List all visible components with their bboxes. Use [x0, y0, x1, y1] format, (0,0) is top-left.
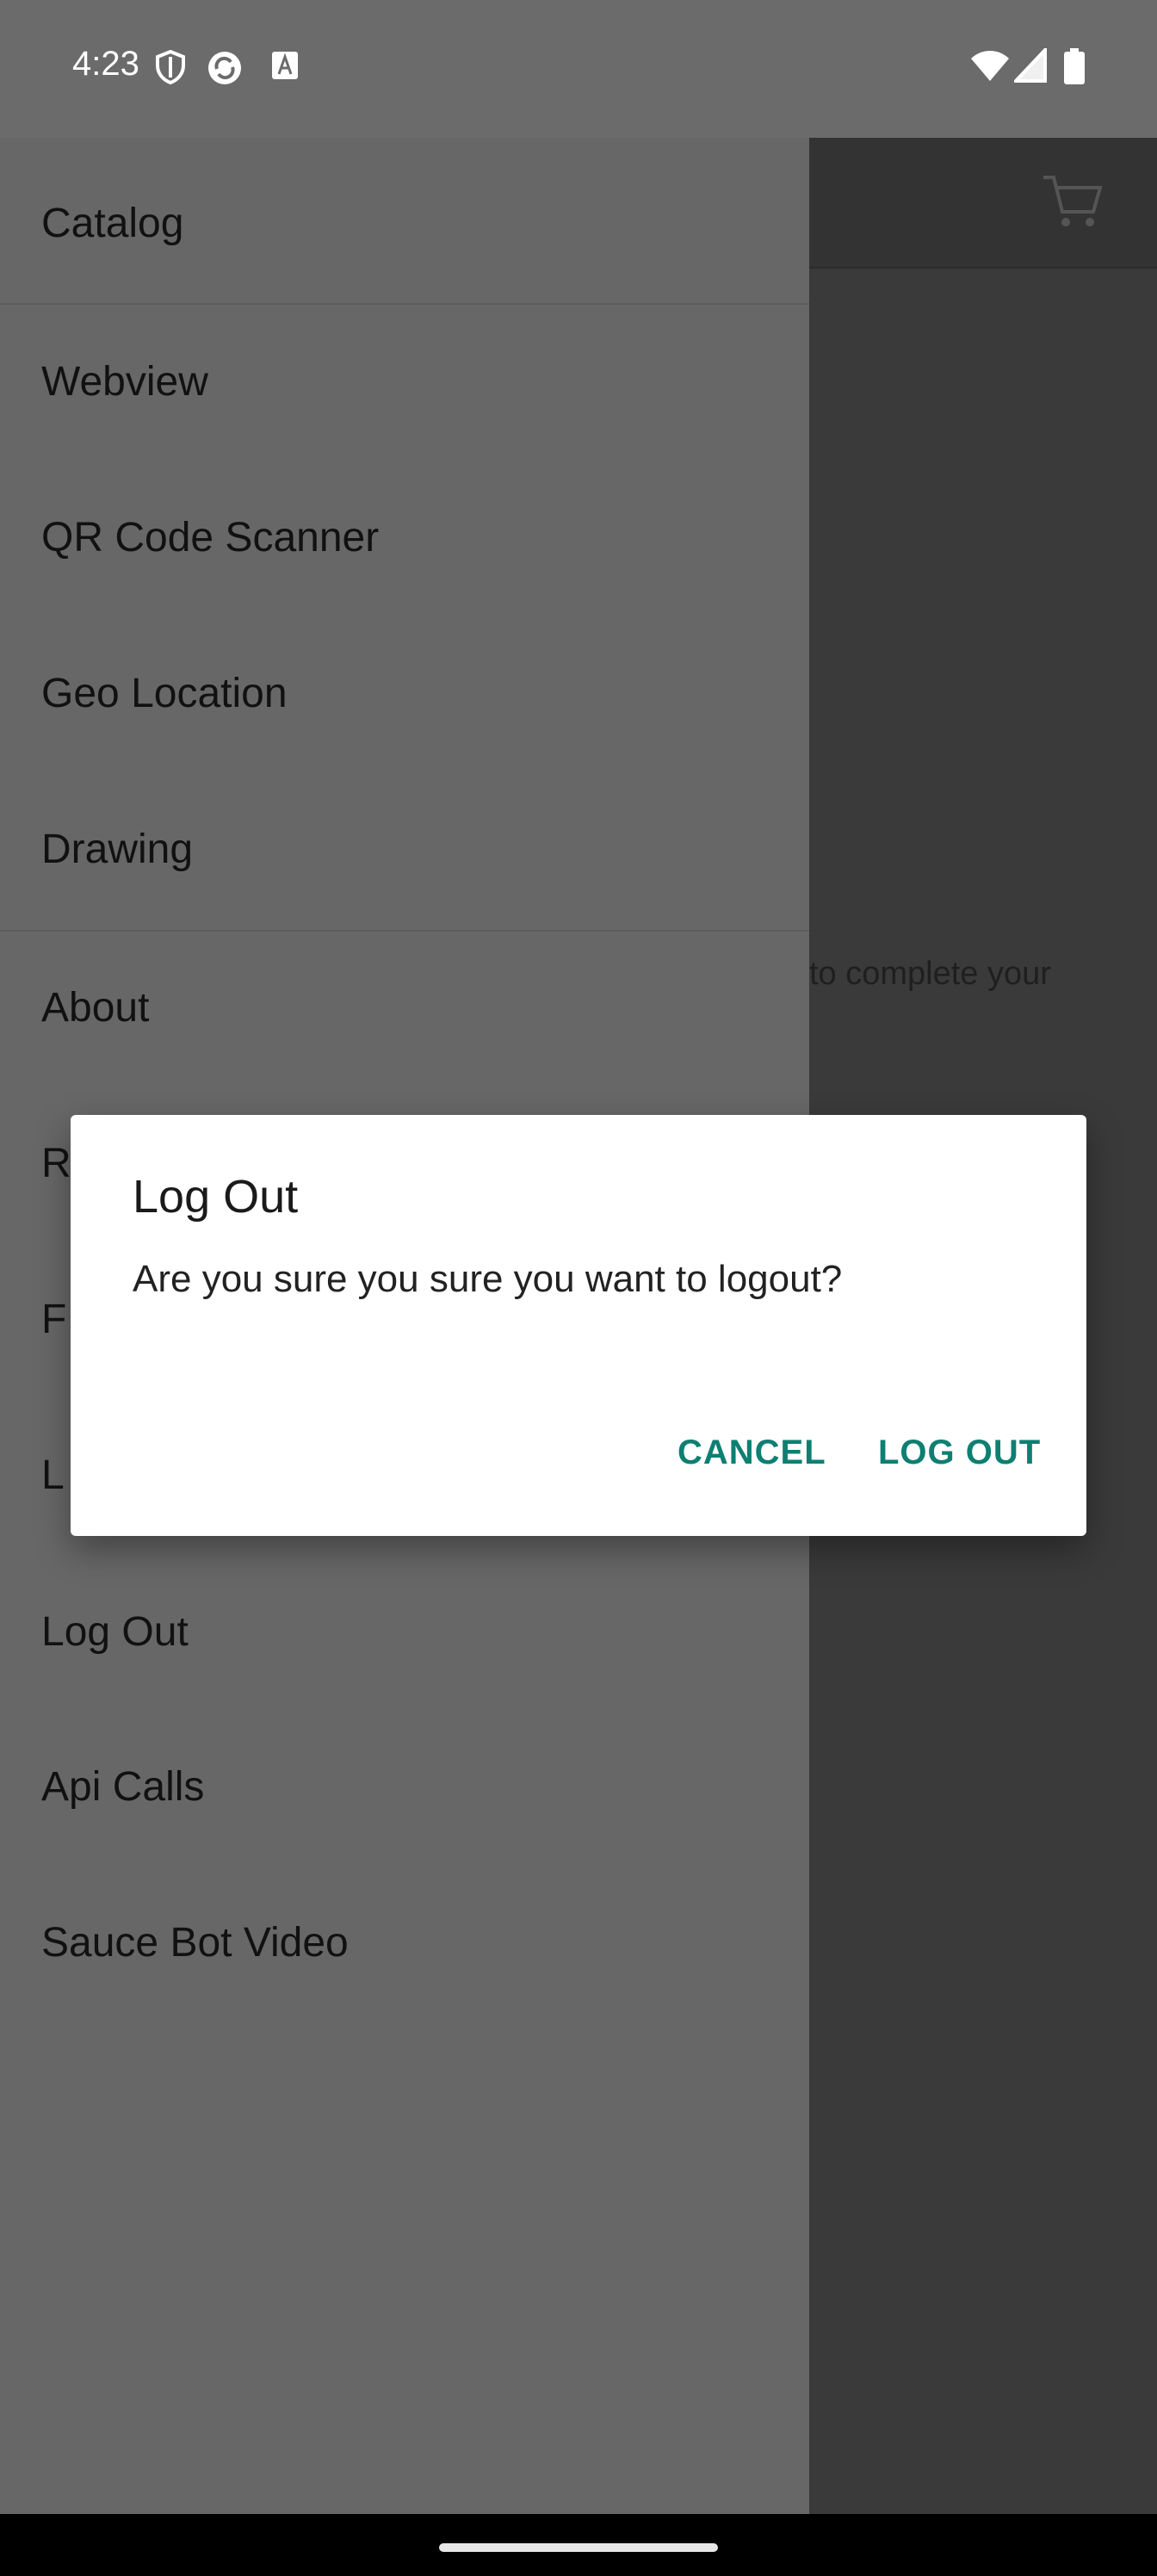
drawer-item-partial-f[interactable]: F [41, 1296, 66, 1343]
cancel-button[interactable]: CANCEL [677, 1434, 826, 1472]
shield-icon [155, 49, 186, 89]
home-gesture-handle[interactable] [439, 2543, 718, 2552]
drawer-item-catalog[interactable]: Catalog [41, 200, 183, 247]
cart-icon [1040, 169, 1105, 238]
status-time: 4:23 [72, 45, 139, 83]
drawer-item-partial-l[interactable]: L [41, 1452, 65, 1499]
drawer-item-sauce-bot-video[interactable]: Sauce Bot Video [41, 1919, 349, 1966]
dialog-message: Are you sure you sure you want to logout… [133, 1258, 843, 1300]
system-nav-bar [0, 2514, 1157, 2576]
background-partial-text: to complete your [809, 956, 1051, 992]
battery-icon [1064, 48, 1085, 89]
signal-icon [1012, 45, 1047, 87]
drawer-divider [0, 930, 809, 932]
drawer-item-partial-r[interactable]: R [41, 1140, 71, 1187]
drawer-item-about[interactable]: About [41, 984, 149, 1031]
drawer-divider [0, 303, 809, 305]
drawer-item-qr-code-scanner[interactable]: QR Code Scanner [41, 514, 379, 561]
logout-dialog: Log Out Are you sure you sure you want t… [71, 1115, 1086, 1536]
drawer-item-drawing[interactable]: Drawing [41, 826, 193, 873]
drawer-item-webview[interactable]: Webview [41, 358, 208, 406]
drawer-item-api-calls[interactable]: Api Calls [41, 1763, 204, 1811]
font-icon [270, 50, 300, 85]
status-bar: 4:23 [0, 0, 1157, 138]
drawer-item-log-out[interactable]: Log Out [41, 1608, 189, 1656]
drawer-item-geo-location[interactable]: Geo Location [41, 670, 288, 717]
sync-icon [207, 50, 243, 90]
wifi-icon [969, 48, 1011, 87]
dialog-title: Log Out [133, 1171, 299, 1223]
app-toolbar [809, 138, 1157, 269]
log-out-button[interactable]: LOG OUT [878, 1434, 1041, 1472]
